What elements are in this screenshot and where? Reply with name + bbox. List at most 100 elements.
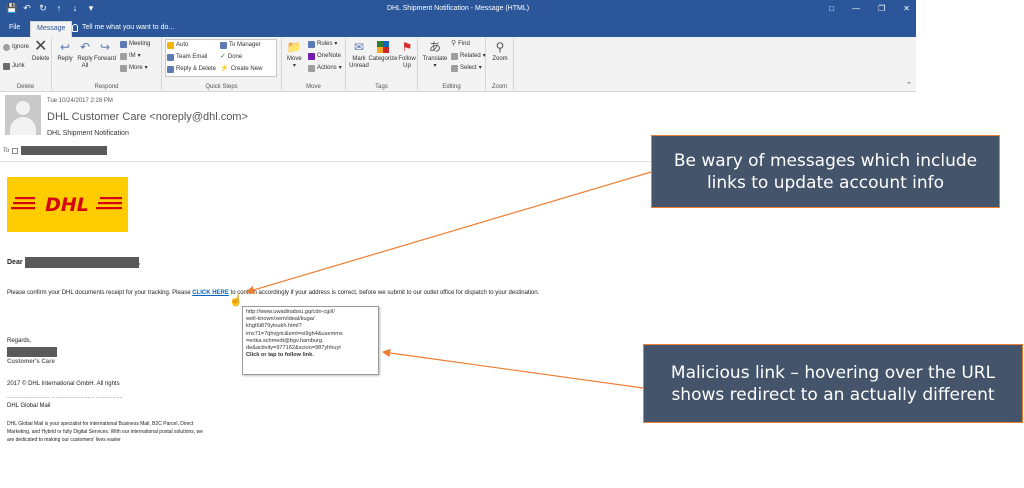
translate-icon: あ [428,40,441,54]
quick-step-to-manager[interactable]: To Manager [220,41,261,49]
quick-step-auto[interactable]: Auto [167,41,188,49]
more-button[interactable]: More ▾ [120,64,148,72]
forward-label: Forward [94,56,117,62]
translate-button[interactable]: あ Translate ▾ [422,40,448,70]
im-icon [120,52,127,60]
window-controls: □ — ❐ ✕ [829,3,910,14]
zoom-group: ⚲ Zoom Zoom [486,37,514,92]
junk-label: Junk [12,63,25,69]
more-label: More [129,65,143,71]
quick-step-create-new[interactable]: ⚡ Create New [220,65,262,73]
forward-button[interactable]: ↪ Forward [94,40,117,63]
more-dropdown-icon: ▾ [144,65,148,71]
reply-label: Reply [57,56,73,62]
tab-file[interactable]: File [3,21,26,37]
zoom-label: Zoom [492,56,508,62]
delete-group-label: Delete [16,84,35,90]
dhl-global-mail: DHL Global Mail [7,403,51,409]
rules-button[interactable]: Rules ▾ [308,40,337,48]
click-here-link[interactable]: CLICK HERE [192,290,229,296]
collapse-ribbon-icon[interactable]: ⌃ [906,81,912,89]
junk-icon [3,62,10,70]
confirm-text-after: to confirm accordingly if your address i… [228,290,540,296]
reply-all-button[interactable]: ↶ Reply All [76,40,94,70]
callout-malicious-link: Malicious link – hovering over the URL s… [643,344,1023,423]
tags-group-label: Tags [375,84,388,90]
maximize-icon[interactable]: ❐ [878,3,885,14]
quick-step-done[interactable]: ✓ Done [220,53,242,61]
sender[interactable]: DHL Customer Care <noreply@dhl.com> [47,111,248,123]
minimize-icon[interactable]: — [852,3,860,14]
actions-button[interactable]: Actions ▾ [308,64,342,72]
hand-cursor-icon: ☝ [229,295,243,307]
categorize-label: Categorize [368,56,398,62]
editing-group-label: Editing [442,84,461,90]
delete-button[interactable]: ✕ Delete [32,38,50,63]
tab-message[interactable]: Message [30,21,73,37]
to-manager-icon [220,41,227,49]
quick-steps-group-label: Quick Steps [205,84,238,90]
ignore-label: Ignore [12,44,30,50]
greeting-comma: , [138,259,141,266]
reply-button[interactable]: ↩ Reply [57,40,73,63]
quick-steps-group: Auto Team Email Reply & Delete To Manage… [162,37,282,92]
reply-delete-icon [167,65,174,73]
quick-step-reply-delete[interactable]: Reply & Delete [167,65,216,73]
categorize-icon [376,40,390,54]
delete-label: Delete [32,56,50,62]
title-bar: 💾 ↶ ↻ ↑ ↓ ▾ DHL Shipment Notification - … [0,0,916,18]
dhl-logo-text: DHL [45,194,89,216]
close-icon[interactable]: ✕ [903,3,910,14]
zoom-group-label: Zoom [491,84,508,90]
ribbon-display-icon[interactable]: □ [829,3,834,14]
signature-redaction [7,347,57,357]
tell-me-box[interactable]: Tell me what you want to do... [72,21,174,35]
move-button[interactable]: 📁 Move ▾ [287,40,302,70]
tooltip-url-line: imx71=7qhvjytc&emt=oi9gh4&usemms [246,330,343,337]
categorize-button[interactable]: Categorize [368,40,398,63]
dotted-divider: ............................... ........… [7,394,123,400]
check-icon: ✓ [220,53,226,60]
move-label: Move [287,56,302,62]
tooltip-url-line: http://www.uwadinabsu.gq/cdn-cgi/l/ [246,309,335,315]
delete-icon: ✕ [33,38,48,55]
ignore-button[interactable]: Ignore [3,43,29,51]
copyright: 2017 © DHL International GmbH. All right… [7,381,120,387]
related-icon [451,52,458,60]
related-label: Related [460,53,481,59]
zoom-button[interactable]: ⚲ Zoom [490,40,510,63]
regards: Regards, [7,338,32,344]
mark-unread-button[interactable]: ✉ Mark Unread [349,40,369,70]
onenote-button[interactable]: OneNote [308,52,341,60]
team-email-label: Team Email [176,54,208,60]
mark-unread-label: Mark Unread [349,56,369,69]
company-description: DHL Global Mail is your specialist for i… [7,421,203,443]
confirm-paragraph: Please confirm your DHL documents receip… [7,290,539,296]
folder-icon [167,41,174,49]
im-button[interactable]: IM ▾ [120,52,141,60]
done-label: Done [227,54,243,60]
window-title: DHL Shipment Notification - Message (HTM… [386,5,530,12]
respond-group-label: Respond [94,84,119,90]
junk-button[interactable]: Junk [3,62,25,70]
meeting-icon [120,40,127,48]
recipient-checkbox[interactable] [12,147,19,154]
confirm-text-before: Please confirm your DHL documents receip… [7,290,193,296]
related-button[interactable]: Related ▾ [451,52,486,60]
forward-icon: ↪ [99,40,111,54]
select-button[interactable]: Select ▾ [451,64,482,72]
message-date: Tue 10/24/2017 2:28 PM [47,98,113,104]
flag-icon: ⚑ [401,40,413,54]
find-button[interactable]: ⚲ Find [451,40,470,48]
tell-me-text: Tell me what you want to do... [82,24,175,31]
actions-icon [308,64,315,72]
redacted-recipient [21,146,108,155]
to-line: To [3,146,108,155]
quick-step-team-email[interactable]: Team Email [167,53,207,61]
respond-group: ↩ Reply ↶ Reply All ↪ Forward Meeting IM… [52,37,162,92]
im-label: IM [129,53,136,59]
tooltip-url-line: =erika.schmedt@bgv.hamburg. [246,337,324,344]
editing-group: あ Translate ▾ ⚲ Find Related ▾ Select ▾ … [418,37,486,92]
follow-up-button[interactable]: ⚑ Follow Up [398,40,416,70]
meeting-button[interactable]: Meeting [120,40,150,48]
